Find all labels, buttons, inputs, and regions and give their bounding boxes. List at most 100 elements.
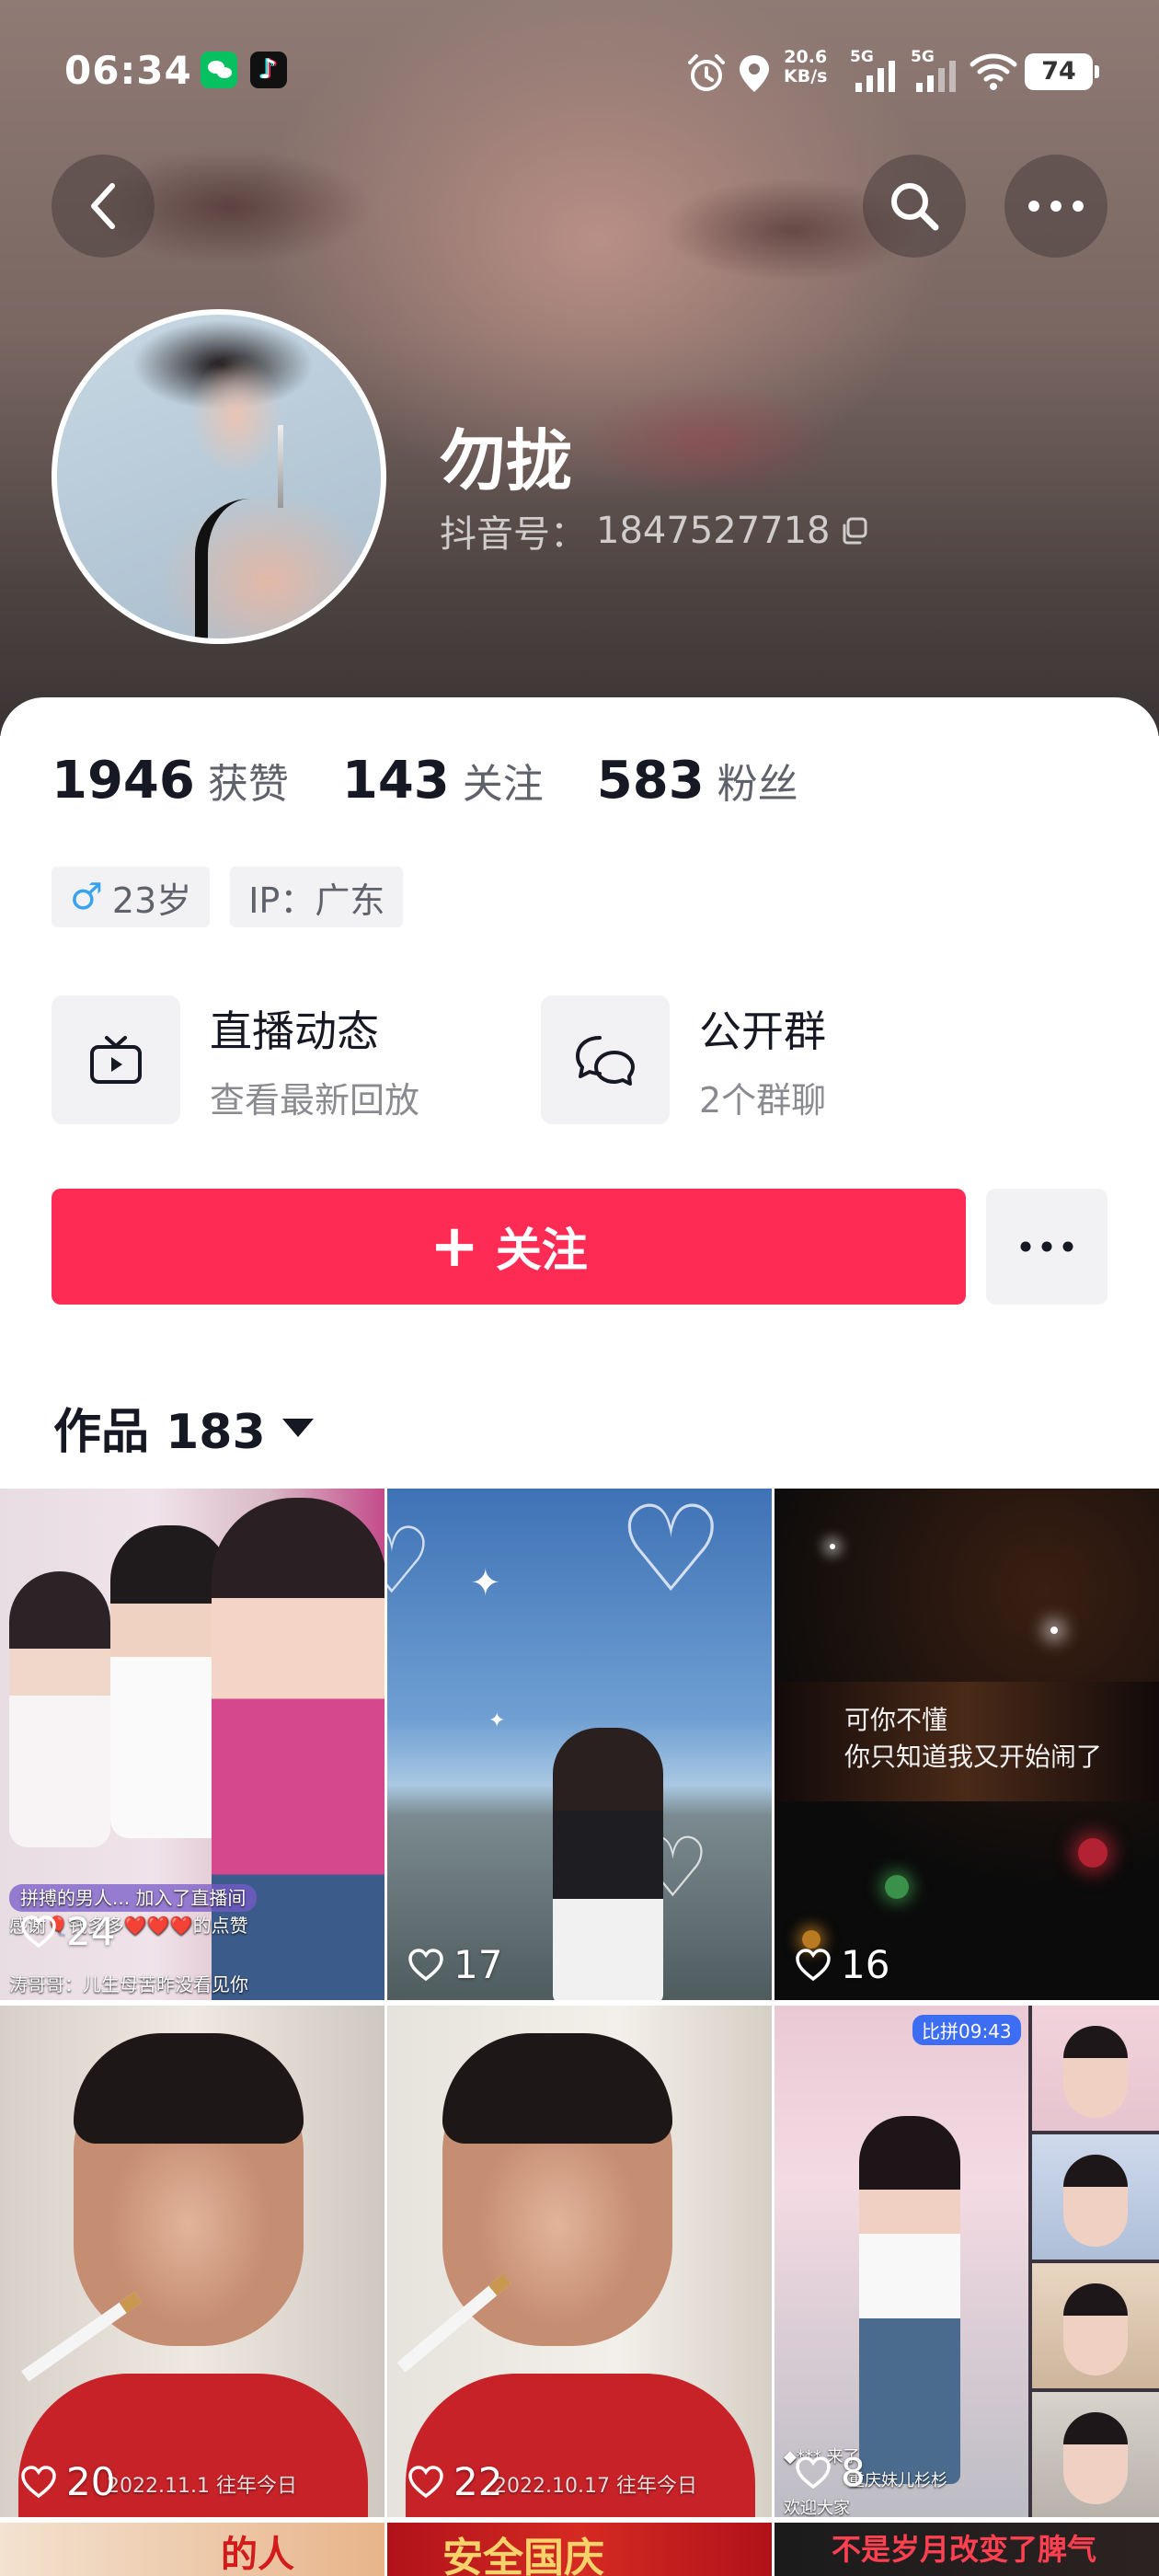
lyric-overlay: 可你不懂 你只知道我又开始闹了 — [844, 1702, 1102, 1776]
stats-row: 1946 获赞 143 关注 583 粉丝 — [52, 751, 852, 811]
video-tile[interactable]: ♡ ♡ ♡ ✦ ✦ 17 — [387, 1489, 772, 2000]
stat-followers[interactable]: 583 粉丝 — [597, 751, 798, 811]
video-likes: 20 — [20, 2459, 115, 2504]
tab-works[interactable]: 作品 183 — [53, 1393, 314, 1462]
thumbnail-figure — [1063, 2026, 1128, 2118]
likes-count: 17 — [453, 1942, 503, 1987]
likes-count: 8 — [841, 2450, 866, 2495]
stat-value: 1946 — [52, 751, 195, 811]
video-tile[interactable]: 2022.11.1 往年今日 20 — [0, 2006, 384, 2517]
video-tile[interactable]: 可你不懂 你只知道我又开始闹了 16 — [775, 1489, 1159, 2000]
network-speed-value: 20.6 — [784, 47, 828, 67]
wechat-icon — [201, 52, 237, 88]
douyin-id-value: 1847527718 — [596, 510, 831, 552]
network-speed-unit: KB/s — [784, 66, 828, 86]
thumbnail-figure — [553, 1728, 663, 2000]
lyric-line: 可你不懂 — [844, 1705, 948, 1735]
follow-label: 关注 — [495, 1224, 588, 1277]
search-button[interactable] — [863, 155, 966, 258]
thumbnail-text: 安全国庆 — [442, 2535, 604, 2576]
bokeh-light — [1050, 1627, 1058, 1634]
video-tile[interactable]: 拼搏的男人... 加入了直播间 感谢🎈钱多多❤️❤️❤️的点赞 涛哥哥：儿生母苦… — [0, 1489, 384, 2000]
thumbnail-figure — [1063, 2155, 1128, 2247]
thumbnail-side-view — [1032, 2006, 1159, 2131]
stat-likes[interactable]: 1946 获赞 — [52, 751, 289, 811]
thumbnail-figure — [1063, 2283, 1128, 2375]
video-tile-partial[interactable]: 的人 — [0, 2523, 384, 2576]
thumbnail-figure — [442, 2033, 672, 2144]
profile-tags: ♂ 23岁 IP：广东 — [52, 867, 404, 927]
avatar[interactable] — [52, 309, 386, 644]
gender-age-tag: ♂ 23岁 — [52, 867, 211, 927]
entry-title: 直播动态 — [210, 1006, 379, 1056]
thumbnail-text: 的人 — [221, 2534, 294, 2576]
copy-icon[interactable] — [840, 516, 869, 546]
thumbnail-text: 不是岁月改变了脾气 — [832, 2532, 1097, 2567]
thumbnail-side-view — [1032, 2263, 1159, 2388]
caret-down-icon — [281, 1418, 314, 1437]
likes-count: 16 — [841, 1942, 890, 1987]
tv-play-icon — [90, 1036, 142, 1084]
chat-line: 涛哥哥：儿生母苦昨没看见你 — [9, 1973, 248, 1995]
signal-icon — [916, 61, 956, 92]
video-date: 2022.10.17 往年今日 — [494, 2475, 697, 2498]
bokeh-light — [830, 1544, 835, 1549]
follow-more-button[interactable] — [986, 1189, 1107, 1305]
stat-label: 关注 — [462, 761, 544, 808]
status-time: 06:34 — [64, 48, 192, 93]
stat-value: 143 — [341, 751, 450, 811]
stat-following[interactable]: 143 关注 — [342, 751, 544, 811]
likes-count: 20 — [66, 2459, 116, 2504]
more-dots-icon — [1020, 1241, 1073, 1252]
chat-line: 欢迎大家 — [784, 2499, 850, 2517]
chevron-left-icon — [91, 183, 115, 229]
stat-label: 粉丝 — [717, 761, 798, 808]
location-icon — [740, 55, 769, 92]
heart-icon — [796, 1948, 831, 1981]
tab-works-count: 183 — [166, 1405, 266, 1460]
video-tile-partial[interactable]: 安全国庆 — [387, 2523, 772, 2576]
thumbnail-figure — [1063, 2412, 1128, 2504]
profile-card: 1946 获赞 143 关注 583 粉丝 ♂ 23岁 IP：广东 直播动态 查… — [0, 697, 1159, 1489]
heart-icon — [21, 1915, 56, 1948]
video-grid: 拼搏的男人... 加入了直播间 感谢🎈钱多多❤️❤️❤️的点赞 涛哥哥：儿生母苦… — [0, 1489, 1159, 2576]
thumbnail-side-view — [1032, 2134, 1159, 2260]
thumbnail-detail — [21, 2292, 143, 2382]
heart-decoration: ♡ — [387, 1507, 433, 1615]
alarm-icon — [688, 54, 725, 91]
pk-timer-badge: 比拼09:43 — [912, 2015, 1021, 2045]
heart-icon — [408, 1948, 443, 1981]
video-tile-partial[interactable]: 不是岁月改变了脾气 — [775, 2523, 1159, 2576]
male-icon: ♂ — [70, 876, 103, 918]
video-likes: 17 — [407, 1942, 502, 1987]
video-likes: 16 — [795, 1942, 889, 1987]
back-button[interactable] — [52, 155, 155, 258]
sparkle-decoration: ✦ — [488, 1709, 506, 1732]
douyin-id-row[interactable]: 抖音号： 1847527718 — [440, 504, 869, 558]
age-label: 23岁 — [111, 880, 192, 921]
nickname: 勿拢 — [440, 422, 573, 500]
network-speed: 20.6 KB/s — [784, 48, 827, 86]
thumbnail-main-view — [775, 2006, 1028, 2517]
video-likes: 8 — [795, 2450, 866, 2495]
bokeh-light — [1078, 1838, 1107, 1868]
video-tile[interactable]: 2022.10.17 往年今日 22 — [387, 2006, 772, 2517]
entry-icon-box — [52, 995, 180, 1124]
stat-label: 获赞 — [207, 761, 289, 808]
public-group-entry[interactable]: 公开群 2个群聊 — [541, 995, 826, 1124]
tab-works-label: 作品 — [53, 1405, 150, 1460]
video-tile[interactable]: 比拼09:43 ◆*** 来了 重庆妹儿杉杉 欢迎大家 8 — [775, 2006, 1159, 2517]
ip-tag: IP：广东 — [230, 867, 404, 927]
heart-icon — [21, 2465, 56, 2498]
stat-value: 583 — [596, 751, 705, 811]
battery-icon: 74 — [1025, 53, 1099, 90]
ip-label: IP：广东 — [248, 880, 385, 921]
follow-button[interactable]: + 关注 — [52, 1189, 966, 1305]
entry-subtitle: 2个群聊 — [699, 1079, 827, 1121]
thumbnail-figure — [74, 2033, 304, 2144]
more-button[interactable] — [1004, 155, 1107, 258]
live-dynamics-entry[interactable]: 直播动态 查看最新回放 — [52, 995, 419, 1124]
thumbnail-figure — [859, 2116, 960, 2484]
video-likes: 22 — [407, 2459, 502, 2504]
lyric-line: 你只知道我又开始闹了 — [844, 1742, 1103, 1772]
